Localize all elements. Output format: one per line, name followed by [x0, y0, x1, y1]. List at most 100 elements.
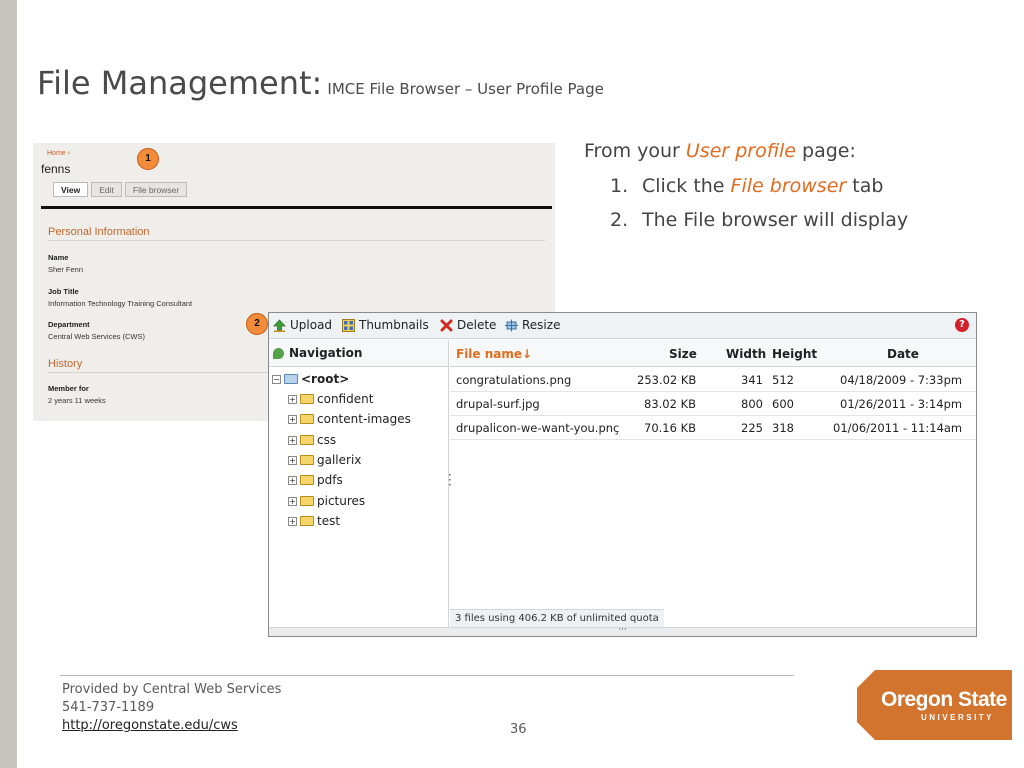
- expand-icon[interactable]: +: [288, 496, 297, 506]
- column-header-file-name[interactable]: File name↓: [456, 347, 532, 361]
- logo-corner: [857, 722, 875, 740]
- tree-folder-gallerix[interactable]: + gallerix: [288, 453, 361, 467]
- resize-icon: [505, 319, 518, 331]
- tree-folder-test[interactable]: + test: [288, 514, 340, 528]
- breadcrumb-home-link[interactable]: Home ›: [47, 150, 70, 157]
- resize-button[interactable]: Resize: [505, 318, 560, 332]
- file-row[interactable]: congratulations.png 253.02 KB 341 512 04…: [450, 368, 976, 392]
- navigation-label: Navigation: [289, 346, 363, 360]
- upload-icon: [273, 318, 286, 332]
- folder-label: gallerix: [317, 453, 362, 467]
- profile-username: fenns: [41, 162, 71, 176]
- thumbnails-icon: [342, 318, 355, 332]
- expand-icon[interactable]: +: [288, 516, 297, 526]
- logo-university: UNIVERSITY: [921, 713, 995, 722]
- upload-button[interactable]: Upload: [273, 318, 332, 332]
- file-date: 04/18/2009 - 7:33pm: [840, 373, 963, 387]
- slide-title-main: File Management:: [37, 64, 323, 102]
- expand-icon[interactable]: +: [288, 394, 297, 404]
- callout-1: 1: [137, 148, 159, 170]
- file-name: congratulations.png: [456, 373, 572, 387]
- file-name: drupal-surf.jpg: [456, 397, 540, 411]
- file-width: 800: [741, 397, 763, 411]
- tree-folder-pdfs[interactable]: + pdfs: [288, 473, 343, 487]
- expand-icon[interactable]: +: [288, 475, 297, 485]
- folder-label: content-images: [317, 412, 411, 426]
- help-icon[interactable]: ?: [955, 318, 969, 332]
- tree-folder-confident[interactable]: + confident: [288, 392, 373, 406]
- page-number: 36: [510, 722, 527, 737]
- tab-edit[interactable]: Edit: [91, 182, 122, 197]
- tree-root[interactable]: − <root>: [272, 372, 349, 386]
- delete-button[interactable]: Delete: [440, 318, 496, 332]
- column-header-size[interactable]: Size: [669, 347, 697, 361]
- instruction-steps: 1. Click the File browser tab 2. The File …: [584, 175, 908, 231]
- job-title-value: Information Technology Training Consulta…: [48, 299, 193, 308]
- folder-icon: [284, 374, 298, 384]
- tree-folder-pictures[interactable]: + pictures: [288, 494, 365, 508]
- section-divider: [48, 240, 545, 241]
- folder-label: css: [317, 433, 337, 447]
- step-number: 1.: [610, 175, 629, 197]
- file-height: 318: [772, 421, 794, 435]
- name-label: Name: [48, 253, 69, 262]
- file-name: drupalicon-we-want-you.pnç: [456, 421, 620, 435]
- file-date: 01/26/2011 - 3:14pm: [840, 397, 963, 411]
- delete-icon: [440, 319, 453, 331]
- navigation-icon: [273, 347, 284, 359]
- expand-icon[interactable]: +: [288, 455, 297, 465]
- expand-icon[interactable]: +: [288, 414, 297, 424]
- file-list-panel: File name↓ Size Width Height Date congra…: [450, 340, 976, 627]
- tab-file-browser[interactable]: File browser: [124, 182, 188, 197]
- collapse-icon[interactable]: −: [272, 374, 281, 384]
- column-header-date[interactable]: Date: [887, 347, 919, 361]
- slide-title: File Management: IMCE File Browser – Use…: [37, 64, 604, 102]
- file-height: 512: [772, 373, 794, 387]
- footer-link[interactable]: http://oregonstate.edu/cws: [62, 718, 238, 733]
- file-row[interactable]: drupal-surf.jpg 83.02 KB 800 600 01/26/2…: [450, 392, 976, 416]
- tab-view[interactable]: View: [53, 182, 89, 197]
- department-value: Central Web Services (CWS): [48, 332, 145, 341]
- folder-icon: [300, 496, 314, 506]
- instruction-step: 1. Click the File browser tab: [610, 175, 908, 197]
- step-number: 2.: [610, 209, 629, 231]
- folder-label: pictures: [317, 494, 366, 508]
- name-value: Sher Fenn: [48, 265, 84, 274]
- column-header-height[interactable]: Height: [772, 347, 817, 361]
- expand-icon[interactable]: +: [288, 435, 297, 445]
- profile-tabs: View Edit File browser: [53, 182, 188, 197]
- folder-icon: [300, 435, 314, 445]
- footer: Provided by Central Web Services 541-737…: [62, 681, 281, 735]
- file-row[interactable]: drupalicon-we-want-you.pnç 70.16 KB 225 …: [450, 416, 976, 440]
- oregon-state-logo: Oregon State UNIVERSITY: [857, 670, 1012, 740]
- file-width: 341: [741, 373, 763, 387]
- column-header-width[interactable]: Width: [726, 347, 766, 361]
- navigation-panel: Navigation − <root> + confident + conten…: [269, 340, 449, 627]
- footer-phone: 541-737-1189: [62, 700, 155, 715]
- thumbnails-button[interactable]: Thumbnails: [342, 318, 429, 332]
- file-size: 83.02 KB: [644, 397, 697, 411]
- profile-divider: [41, 206, 552, 209]
- tree-folder-css[interactable]: + css: [288, 433, 336, 447]
- tree-folder-content-images[interactable]: + content-images: [288, 412, 411, 426]
- folder-icon: [300, 516, 314, 526]
- step-emphasis: File browser: [730, 175, 847, 197]
- folder-label: pdfs: [317, 473, 343, 487]
- quota-status: 3 files using 406.2 KB of unlimited quot…: [450, 609, 664, 627]
- folder-icon: [300, 394, 314, 404]
- resize-handle[interactable]: ···: [269, 626, 976, 636]
- department-label: Department: [48, 320, 90, 329]
- member-for-label: Member for: [48, 384, 89, 393]
- step-suffix: tab: [852, 175, 884, 197]
- footer-divider: [60, 675, 794, 676]
- footer-provider: Provided by Central Web Services: [62, 682, 282, 697]
- tree-root-label: <root>: [301, 372, 350, 386]
- lead-suffix: page:: [802, 140, 856, 162]
- resize-label: Resize: [522, 318, 561, 332]
- instructions-lead: From your User profile page:: [584, 140, 908, 162]
- folder-icon: [300, 475, 314, 485]
- imce-toolbar: Upload Thumbnails Delete Resize ?: [269, 313, 976, 339]
- folder-label: test: [317, 514, 341, 528]
- upload-label: Upload: [290, 318, 333, 332]
- folder-label: confident: [317, 392, 374, 406]
